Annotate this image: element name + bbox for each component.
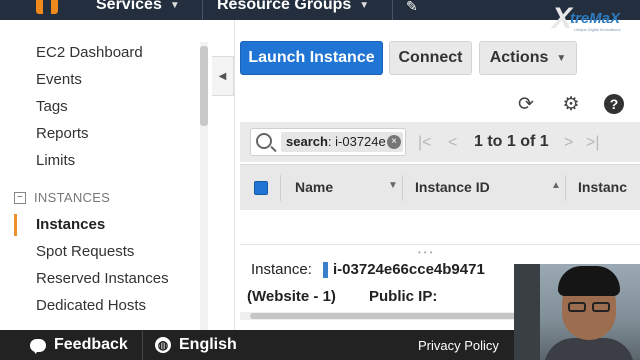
table-body	[240, 210, 640, 245]
services-menu[interactable]: Services ▼	[96, 0, 180, 14]
sidebar-item-instances[interactable]: Instances	[36, 216, 105, 233]
brand-mark-icon: X	[552, 2, 573, 35]
aws-logo-icon[interactable]	[36, 0, 58, 14]
clear-filter-icon[interactable]: ×	[387, 135, 401, 149]
refresh-icon[interactable]: ⟳	[516, 94, 536, 115]
sidebar-item-limits[interactable]: Limits	[36, 152, 75, 169]
scrollbar-thumb[interactable]	[200, 46, 208, 126]
speech-bubble-icon	[30, 338, 46, 354]
filter-bar: search: i-03724e × |< < 1 to 1 of 1 > >|	[240, 122, 640, 162]
resize-handle[interactable]: •••	[418, 248, 435, 257]
top-nav: Services ▼ Resource Groups ▼ ✎	[0, 0, 640, 20]
feedback-link[interactable]: Feedback	[30, 336, 128, 354]
active-marker	[14, 214, 17, 236]
section-title: INSTANCES	[34, 190, 111, 205]
sort-down-icon[interactable]: ▼	[388, 180, 398, 191]
actions-label: Actions	[489, 49, 549, 66]
select-all-checkbox[interactable]	[254, 181, 268, 195]
sidebar-item-spot-requests[interactable]: Spot Requests	[36, 243, 134, 260]
feedback-label: Feedback	[54, 336, 128, 353]
footer-divider	[142, 330, 143, 360]
webcam-overlay	[514, 264, 640, 360]
services-label: Services	[96, 0, 162, 13]
previous-page-icon[interactable]: <	[448, 134, 457, 152]
search-icon	[256, 133, 272, 149]
search-input[interactable]: search: i-03724e ×	[250, 128, 406, 156]
sidebar-scrollbar[interactable]	[200, 42, 208, 332]
details-scrollbar[interactable]	[240, 312, 530, 320]
pin-icon[interactable]: ✎	[406, 0, 418, 15]
search-key: search	[286, 134, 328, 149]
help-icon[interactable]: ?	[604, 94, 624, 114]
detail-marker	[323, 262, 328, 278]
glasses-icon	[592, 302, 610, 312]
sidebar-item-tags[interactable]: Tags	[36, 98, 68, 115]
launch-instance-button[interactable]: Launch Instance	[240, 41, 383, 75]
brand-name: treMaX	[570, 10, 621, 27]
column-header-instance-state[interactable]: Instanc	[578, 179, 627, 195]
chevron-down-icon: ▼	[169, 0, 180, 11]
collapse-sidebar-button[interactable]: ◀	[212, 56, 234, 96]
sidebar-item-events[interactable]: Events	[36, 71, 82, 88]
sidebar-item-reports[interactable]: Reports	[36, 125, 89, 142]
detail-instance-label: Instance:	[251, 261, 312, 278]
glasses-icon	[568, 302, 586, 312]
next-page-icon[interactable]: >	[564, 134, 573, 152]
sidebar-item-dedicated-hosts[interactable]: Dedicated Hosts	[36, 297, 146, 314]
pane-divider	[234, 20, 235, 330]
sidebar-item-ec2-dashboard[interactable]: EC2 Dashboard	[36, 44, 143, 61]
pagination-text: 1 to 1 of 1	[474, 133, 549, 150]
detail-instance-id: i-03724e66cce4b9471	[333, 261, 485, 278]
sidebar-section-instances[interactable]: − INSTANCES	[14, 190, 110, 205]
search-value: : i-03724e	[327, 134, 386, 149]
detail-instance-name: (Website - 1)	[247, 288, 336, 305]
search-filter-chip[interactable]: search: i-03724e ×	[281, 132, 403, 152]
webcam-shadow	[514, 264, 540, 360]
chevron-down-icon: ▼	[359, 0, 370, 11]
first-page-icon[interactable]: |<	[418, 134, 432, 152]
actions-button[interactable]: Actions ▼	[479, 41, 577, 75]
column-divider	[565, 175, 566, 201]
presenter-hair	[558, 266, 620, 296]
sidebar-item-reserved-instances[interactable]: Reserved Instances	[36, 270, 169, 287]
chevron-left-icon: ◀	[218, 70, 227, 82]
connect-button[interactable]: Connect	[389, 41, 472, 75]
resource-groups-menu[interactable]: Resource Groups ▼	[217, 0, 369, 14]
sidebar: EC2 Dashboard Events Tags Reports Limits…	[0, 20, 210, 332]
last-page-icon[interactable]: >|	[586, 134, 600, 152]
sort-up-icon[interactable]: ▲	[551, 180, 561, 191]
globe-icon: ◍	[155, 337, 171, 353]
brand-tagline: Unique Digital Innovations	[574, 27, 621, 32]
nav-divider	[202, 0, 203, 20]
column-header-instance-id[interactable]: Instance ID	[415, 179, 490, 195]
column-header-name[interactable]: Name	[295, 179, 333, 195]
column-divider	[402, 175, 403, 201]
chevron-down-icon: ▼	[556, 52, 567, 64]
nav-divider	[392, 0, 393, 20]
gear-icon[interactable]: ⚙	[561, 94, 581, 115]
language-selector[interactable]: ◍ English	[155, 336, 237, 354]
brand-watermark: X treMaX Unique Digital Innovations	[552, 2, 632, 36]
scrollbar-thumb[interactable]	[250, 313, 520, 319]
collapse-icon[interactable]: −	[14, 191, 26, 204]
privacy-policy-link[interactable]: Privacy Policy	[418, 338, 499, 353]
language-label: English	[179, 336, 237, 353]
table-header: Name ▼ Instance ID ▲ Instanc	[240, 164, 640, 210]
column-divider	[280, 175, 281, 201]
resource-groups-label: Resource Groups	[217, 0, 352, 13]
detail-public-ip-label: Public IP:	[369, 288, 438, 305]
